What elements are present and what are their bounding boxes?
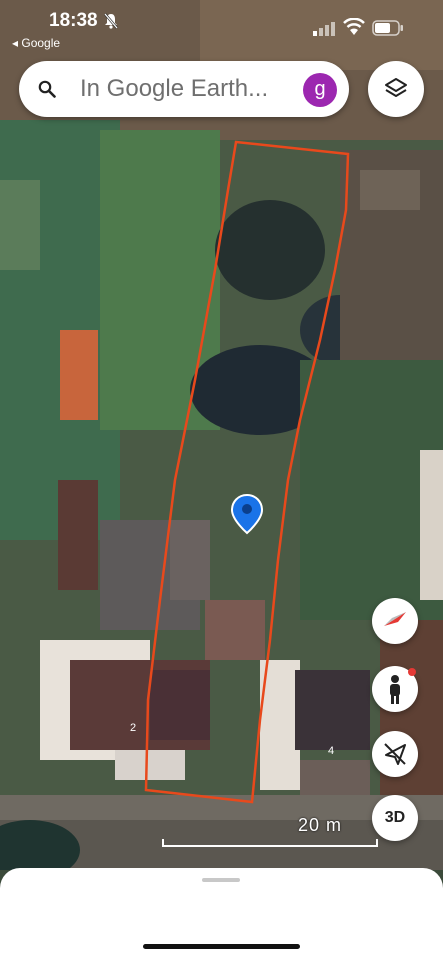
compass-button[interactable]	[372, 598, 418, 644]
house-number-label: 2	[130, 722, 137, 734]
status-bar: 18:38 ◂ Google	[0, 0, 443, 56]
battery-icon	[372, 20, 403, 36]
sheet-drag-handle[interactable]	[202, 878, 240, 882]
location-pin-icon[interactable]	[229, 493, 265, 537]
compass-icon	[384, 612, 406, 626]
bell-off-icon	[104, 13, 118, 29]
back-to-google-link[interactable]: ◂ Google	[12, 36, 60, 50]
3d-toggle-button[interactable]: 3D	[372, 795, 418, 841]
scale-label: 20 m	[297, 815, 342, 835]
scale-bar: 20 m	[162, 815, 378, 849]
signal-icon	[313, 22, 335, 36]
location-off-icon	[384, 743, 406, 765]
search-input[interactable]	[80, 75, 290, 103]
bottom-sheet[interactable]	[0, 868, 443, 960]
wifi-icon	[343, 18, 365, 35]
notification-dot	[408, 668, 416, 676]
layers-button[interactable]	[368, 61, 424, 117]
status-time: 18:38	[49, 10, 98, 31]
scale-ruler	[162, 839, 378, 847]
layers-icon	[385, 78, 407, 97]
pegman-button[interactable]	[372, 666, 418, 712]
my-location-button[interactable]	[372, 731, 418, 777]
search-icon[interactable]	[38, 80, 56, 98]
account-avatar[interactable]: g	[303, 73, 337, 107]
home-indicator	[143, 944, 300, 949]
house-number-label: 4	[328, 745, 335, 757]
search-bar[interactable]: g	[19, 61, 349, 117]
